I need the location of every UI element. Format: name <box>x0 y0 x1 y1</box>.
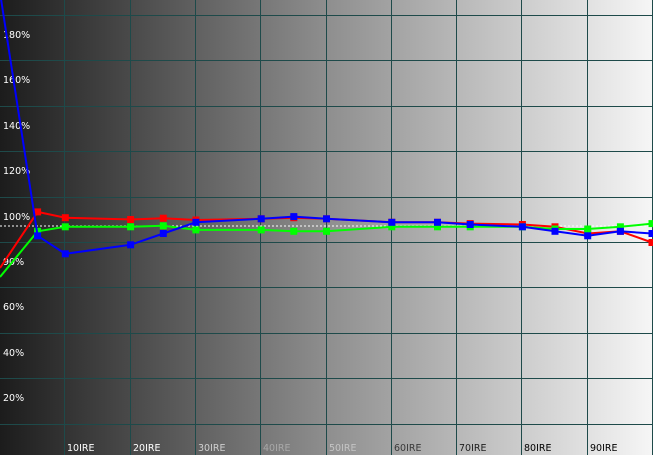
series-point-2 <box>584 225 592 233</box>
x-tick-label: 40IRE <box>263 443 291 454</box>
series-point-3 <box>61 250 69 258</box>
y-tick-label: 40% <box>3 348 24 359</box>
series-point-3 <box>290 213 298 221</box>
series-point-1 <box>159 214 167 222</box>
x-tick-label: 20IRE <box>133 443 161 454</box>
series-point-3 <box>551 227 559 235</box>
series-point-2 <box>290 227 298 235</box>
series-point-2 <box>159 222 167 230</box>
series-point-2 <box>257 226 265 234</box>
x-tick-labels: 10IRE 20IRE 30IRE 40IRE 50IRE 60IRE 70IRE 80IRE… <box>67 443 618 454</box>
series-point-2 <box>323 227 330 235</box>
y-tick-label: 140% <box>3 121 30 132</box>
x-tick-label: 80IRE <box>524 443 552 454</box>
y-tick-label: 100% <box>3 212 30 223</box>
series-point-1 <box>127 216 135 223</box>
series-point-3 <box>518 223 526 231</box>
x-tick-label: 50IRE <box>329 443 357 454</box>
series-point-3 <box>257 215 265 223</box>
series-point-2 <box>61 223 69 231</box>
y-tick-label: 20% <box>3 393 24 404</box>
series-point-3 <box>159 230 167 237</box>
x-tick-label: 60IRE <box>394 443 422 454</box>
series-point-3 <box>127 241 135 249</box>
series-point-3 <box>648 230 653 237</box>
y-tick-label: 160% <box>3 75 30 86</box>
series-point-2 <box>192 226 200 234</box>
series-point-3 <box>434 218 441 226</box>
y-tick-label: 60% <box>3 302 24 313</box>
series-point-3 <box>466 221 474 228</box>
rgb-balance-chart: 180%160%140%120%100%90%60%40%20% 10IRE 20… <box>0 0 653 455</box>
series-point-3 <box>616 227 624 235</box>
series-point-2 <box>648 220 653 228</box>
x-tick-label: 30IRE <box>198 443 226 454</box>
series-point-1 <box>648 239 653 246</box>
series-point-3 <box>34 232 42 240</box>
series-point-3 <box>323 215 330 223</box>
series-point-3 <box>584 232 592 240</box>
x-tick-label: 10IRE <box>67 443 95 454</box>
series-point-2 <box>127 223 135 231</box>
series-point-3 <box>388 218 396 226</box>
series-point-1 <box>61 214 69 222</box>
x-tick-label: 70IRE <box>459 443 487 454</box>
x-tick-label: 90IRE <box>590 443 618 454</box>
series-point-3 <box>192 218 200 226</box>
